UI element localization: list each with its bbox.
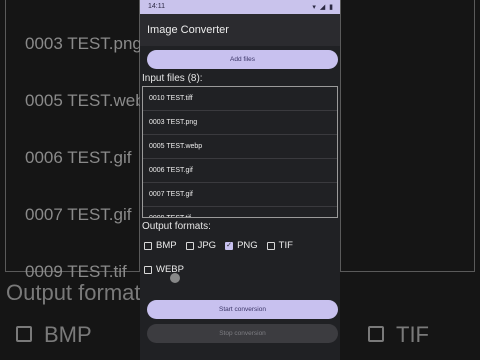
checkbox-box[interactable]: [144, 241, 152, 250]
background-output-label: Output formats:: [6, 280, 158, 305]
checkbox-tif[interactable]: TIF: [266, 240, 293, 251]
checkbox-box[interactable]: [144, 265, 152, 274]
format-checkbox-row: BMP JPG ✓ PNG TIF: [144, 240, 302, 251]
list-item[interactable]: 0009 TEST.tif: [143, 207, 337, 217]
input-files-list[interactable]: 0010 TEST.tiff 0003 TEST.png 0005 TEST.w…: [142, 86, 338, 218]
checkbox-box[interactable]: [185, 241, 194, 250]
stop-conversion-button[interactable]: Stop conversion: [147, 324, 338, 343]
list-item[interactable]: 0010 TEST.tiff: [143, 87, 337, 111]
format-checkbox-row: WEBP: [144, 264, 193, 275]
checkbox-label: BMP: [156, 240, 177, 251]
list-item[interactable]: 0006 TEST.gif: [143, 159, 337, 183]
list-item[interactable]: 0003 TEST.png: [143, 111, 337, 135]
app-bar: Image Converter: [140, 14, 340, 46]
background-list-frame-right: [340, 0, 475, 272]
status-icons: ▾ ◢ ▮: [312, 4, 334, 11]
add-files-button[interactable]: Add files: [147, 50, 338, 69]
background-file-row: 0006 TEST.gif: [25, 148, 132, 167]
checkbox-box-checked[interactable]: ✓: [225, 241, 234, 250]
touch-indicator: [170, 273, 180, 283]
background-file-row: 0003 TEST.png: [25, 34, 142, 53]
list-item[interactable]: 0005 TEST.webp: [143, 135, 337, 159]
background-checkbox: [16, 326, 32, 342]
checkbox-box[interactable]: [266, 241, 275, 250]
phone-screen: 14:11 ▾ ◢ ▮ Image Converter Add files In…: [140, 0, 340, 360]
status-time: 14:11: [148, 3, 165, 10]
background-file-row: 0005 TEST.webp: [25, 91, 155, 110]
output-formats-label: Output formats:: [142, 221, 211, 232]
checkbox-bmp[interactable]: BMP: [144, 240, 177, 251]
checkbox-label: TIF: [278, 240, 293, 251]
list-item[interactable]: 0007 TEST.gif: [143, 183, 337, 207]
background-format-label: TIF: [396, 322, 429, 347]
background-format-label: BMP: [44, 322, 92, 347]
checkbox-png[interactable]: ✓ PNG: [225, 240, 258, 251]
background-file-row: 0009 TEST.tif: [25, 262, 127, 281]
background-file-row: 0007 TEST.gif: [25, 205, 132, 224]
start-conversion-button[interactable]: Start conversion: [147, 300, 338, 319]
background-checkbox: [368, 326, 384, 342]
app-title: Image Converter: [147, 24, 229, 36]
checkbox-label: WEBP: [156, 264, 184, 275]
checkbox-label: JPG: [197, 240, 217, 251]
status-bar: 14:11 ▾ ◢ ▮: [140, 0, 340, 14]
checkbox-jpg[interactable]: JPG: [185, 240, 217, 251]
input-files-label: Input files (8):: [142, 73, 203, 84]
checkbox-label: PNG: [237, 240, 258, 251]
